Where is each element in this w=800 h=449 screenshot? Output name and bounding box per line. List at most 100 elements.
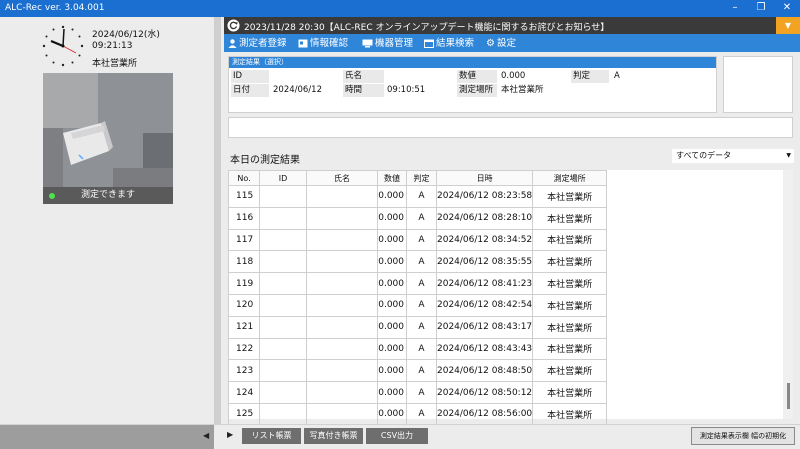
camera-preview: [43, 73, 173, 187]
table-row[interactable]: 118 0.000 A 2024/06/12 08:35:55 本社営業所: [228, 250, 608, 274]
cell-place: 本社営業所: [532, 250, 608, 274]
cell-value: 0.000: [377, 272, 407, 295]
cell-id: [259, 381, 307, 404]
minimize-icon: –: [732, 2, 738, 13]
cell-value: 0.000: [377, 228, 407, 252]
cell-value: 0.000: [377, 359, 407, 383]
column-header[interactable]: 数値: [377, 170, 407, 186]
cell-id: [259, 250, 307, 274]
scrollbar-thumb[interactable]: [787, 383, 790, 409]
value-value: 0.000: [501, 71, 526, 81]
menu-item-register[interactable]: 測定者登録: [228, 37, 287, 50]
device-icon: [362, 39, 373, 48]
cell-id: [259, 337, 307, 361]
photo-report-button[interactable]: 写真付き帳票: [304, 428, 363, 444]
cell-place: 本社営業所: [532, 402, 608, 426]
cell-datetime: 2024/06/12 08:41:23: [435, 272, 534, 295]
cell-name: [306, 185, 378, 208]
triangle-down-icon: ▼: [784, 21, 792, 30]
calendar-icon: [424, 39, 434, 48]
selected-result-header: 測定結果（選択）: [229, 57, 716, 68]
filter-value: すべてのデータ: [676, 151, 732, 160]
today-results-title: 本日の測定結果: [230, 155, 300, 166]
selected-result-panel: 測定結果（選択） ID 氏名 数値 0.000 判定 A 日付 2024/06/…: [228, 56, 717, 113]
table-row[interactable]: 123 0.000 A 2024/06/12 08:48:50 本社営業所: [228, 359, 608, 383]
cell-place: 本社営業所: [532, 359, 608, 383]
cell-name: [306, 402, 378, 426]
cell-judge: A: [406, 402, 437, 426]
label-judge: 判定: [571, 70, 609, 83]
cell-name: [306, 293, 378, 317]
cell-name: [306, 315, 378, 339]
cell-datetime: 2024/06/12 08:28:10: [435, 206, 534, 230]
cell-id: [259, 359, 307, 383]
camera-status-text: 測定できます: [80, 190, 135, 200]
analog-clock-icon: [42, 25, 84, 67]
notice-dropdown-button[interactable]: ▼: [776, 17, 800, 34]
table-row[interactable]: 116 0.000 A 2024/06/12 08:28:10 本社営業所: [228, 206, 608, 230]
menu-bar: 測定者登録 情報確認 機器管理 結果検索 ⚙ 設定: [224, 34, 800, 52]
panel-splitter[interactable]: [214, 17, 221, 449]
menu-item-devices[interactable]: 機器管理: [362, 37, 413, 50]
list-report-button[interactable]: リスト帳票: [242, 428, 301, 444]
column-header[interactable]: 日時: [435, 170, 534, 186]
column-header[interactable]: 判定: [406, 170, 437, 186]
cell-place: 本社営業所: [532, 293, 608, 317]
maximize-button[interactable]: ❐: [748, 0, 774, 17]
cell-value: 0.000: [377, 185, 407, 208]
column-header[interactable]: 測定場所: [532, 170, 608, 186]
cell-judge: A: [406, 359, 437, 383]
camera-status-bar: 測定できます: [43, 187, 173, 204]
cell-no: 117: [228, 228, 260, 252]
expand-right-icon[interactable]: ▶: [227, 430, 233, 439]
table-row[interactable]: 122 0.000 A 2024/06/12 08:43:43 本社営業所: [228, 337, 608, 361]
label-name: 氏名: [343, 70, 384, 83]
label-id: ID: [231, 70, 269, 83]
table-row[interactable]: 124 0.000 A 2024/06/12 08:50:12 本社営業所: [228, 381, 608, 404]
value-time: 09:10:51: [387, 85, 426, 95]
table-row[interactable]: 115 0.000 A 2024/06/12 08:23:58 本社営業所: [228, 185, 608, 208]
cell-place: 本社営業所: [532, 315, 608, 339]
label-date: 日付: [231, 84, 269, 97]
results-table-body: 115 0.000 A 2024/06/12 08:23:58 本社営業所 116 0.00…: [228, 185, 608, 449]
current-location: 本社営業所: [92, 59, 138, 69]
label-time: 時間: [343, 84, 384, 97]
table-row[interactable]: 125 0.000 A 2024/06/12 08:56:00 本社営業所: [228, 402, 608, 426]
cell-name: [306, 206, 378, 230]
cell-name: [306, 250, 378, 274]
cell-no: 121: [228, 315, 260, 339]
menu-item-info[interactable]: 情報確認: [298, 37, 348, 50]
close-button[interactable]: ✕: [774, 0, 800, 17]
table-scrollbar[interactable]: [783, 170, 793, 419]
menu-item-settings[interactable]: ⚙ 設定: [486, 37, 516, 50]
cell-datetime: 2024/06/12 08:35:55: [435, 250, 534, 274]
photo-box: [723, 56, 793, 113]
cell-value: 0.000: [377, 381, 407, 404]
restore-icon: ❐: [756, 2, 766, 13]
menu-item-label: 情報確認: [310, 38, 349, 49]
cell-value: 0.000: [377, 206, 407, 230]
table-row[interactable]: 120 0.000 A 2024/06/12 08:42:54 本社営業所: [228, 293, 608, 317]
cell-no: 123: [228, 359, 260, 383]
refresh-icon[interactable]: [227, 19, 240, 32]
csv-export-button[interactable]: CSV出力: [366, 428, 428, 444]
cell-no: 120: [228, 293, 260, 317]
notice-text[interactable]: 2023/11/28 20:30【ALC-REC オンラインアップデート機能に関…: [244, 20, 609, 33]
camera-image: [43, 73, 173, 187]
data-filter-select[interactable]: すべてのデータ ▼: [672, 149, 794, 163]
table-row[interactable]: 117 0.000 A 2024/06/12 08:34:52 本社営業所: [228, 228, 608, 252]
column-header[interactable]: 氏名: [306, 170, 378, 186]
minimize-button[interactable]: –: [722, 0, 748, 17]
collapse-left-icon[interactable]: ◀: [203, 431, 209, 440]
cell-value: 0.000: [377, 337, 407, 361]
reset-column-width-button[interactable]: 測定結果表示欄 幅の初期化: [691, 427, 795, 445]
menu-item-search[interactable]: 結果検索: [424, 37, 474, 50]
column-header[interactable]: No.: [228, 170, 260, 186]
table-row[interactable]: 121 0.000 A 2024/06/12 08:43:17 本社営業所: [228, 315, 608, 339]
cell-judge: A: [406, 250, 437, 274]
column-header[interactable]: ID: [259, 170, 307, 186]
cell-datetime: 2024/06/12 08:23:58: [435, 185, 534, 208]
table-row[interactable]: 119 0.000 A 2024/06/12 08:41:23 本社営業所: [228, 272, 608, 295]
cell-place: 本社営業所: [532, 185, 608, 208]
cell-id: [259, 402, 307, 426]
